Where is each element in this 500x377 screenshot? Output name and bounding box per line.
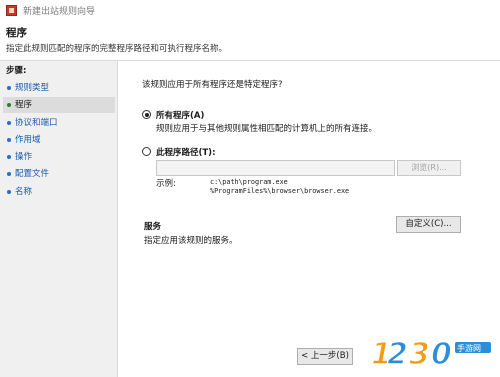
all-programs-description: 规则应用于与其他规则属性相匹配的计算机上的所有连接。 — [156, 124, 378, 134]
sidebar-item-profile[interactable]: 配置文件 — [3, 166, 115, 182]
services-description: 指定应用该规则的服务。 — [144, 236, 238, 246]
svg-text:3: 3 — [409, 337, 430, 372]
sidebar-item-scope[interactable]: 作用域 — [3, 132, 115, 148]
program-path-label[interactable]: 此程序路径(T): — [156, 146, 215, 158]
steps-label: 步骤: — [6, 66, 27, 76]
page-title: 程序 — [6, 27, 27, 39]
sidebar-item-action[interactable]: 操作 — [3, 149, 115, 165]
title-bar: 新建出站规则向导 — [0, 0, 500, 22]
window-title: 新建出站规则向导 — [23, 7, 96, 17]
services-title: 服务 — [144, 222, 162, 232]
watermark-logo: 1 2 3 0 手游网 — [370, 336, 491, 373]
bullet-icon — [7, 172, 11, 176]
example-label: 示例: — [156, 179, 176, 189]
bullet-icon — [7, 86, 11, 90]
customize-button[interactable]: 自定义(C)... — [396, 216, 461, 233]
bullet-icon — [7, 103, 11, 107]
program-path-input[interactable] — [156, 160, 395, 176]
svg-text:2: 2 — [387, 337, 408, 372]
page-description: 指定此规则匹配的程序的完整程序路径和可执行程序名称。 — [6, 44, 228, 54]
radio-unchecked-icon[interactable] — [142, 147, 151, 156]
page-header: 程序 指定此规则匹配的程序的完整程序路径和可执行程序名称。 — [0, 22, 500, 61]
browse-button[interactable]: 浏览(R)... — [397, 160, 461, 176]
sidebar-item-program[interactable]: 程序 — [3, 97, 115, 113]
svg-text:手游网: 手游网 — [457, 343, 481, 353]
sidebar-item-name[interactable]: 名称 — [3, 184, 115, 200]
back-button[interactable]: < 上一步(B) — [297, 348, 353, 365]
question-text: 该规则应用于所有程序还是特定程序? — [142, 80, 283, 90]
bullet-icon — [7, 138, 11, 142]
radio-checked-icon[interactable] — [142, 110, 151, 119]
example-path: c:\path\program.exe — [210, 178, 288, 186]
sidebar-item-rule-type[interactable]: 规则类型 — [3, 80, 115, 96]
bullet-icon — [7, 190, 11, 194]
sidebar-item-protocol-port[interactable]: 协议和端口 — [3, 115, 115, 131]
example-path: %ProgramFiles%\browser\browser.exe — [210, 187, 350, 195]
all-programs-label[interactable]: 所有程序(A) — [156, 109, 204, 121]
firewall-icon — [6, 5, 17, 16]
bullet-icon — [7, 121, 11, 125]
steps-sidebar: 步骤: 规则类型 程序 协议和端口 作用域 操作 配置文件 名称 — [0, 61, 118, 377]
bullet-icon — [7, 155, 11, 159]
svg-text:0: 0 — [431, 337, 452, 372]
